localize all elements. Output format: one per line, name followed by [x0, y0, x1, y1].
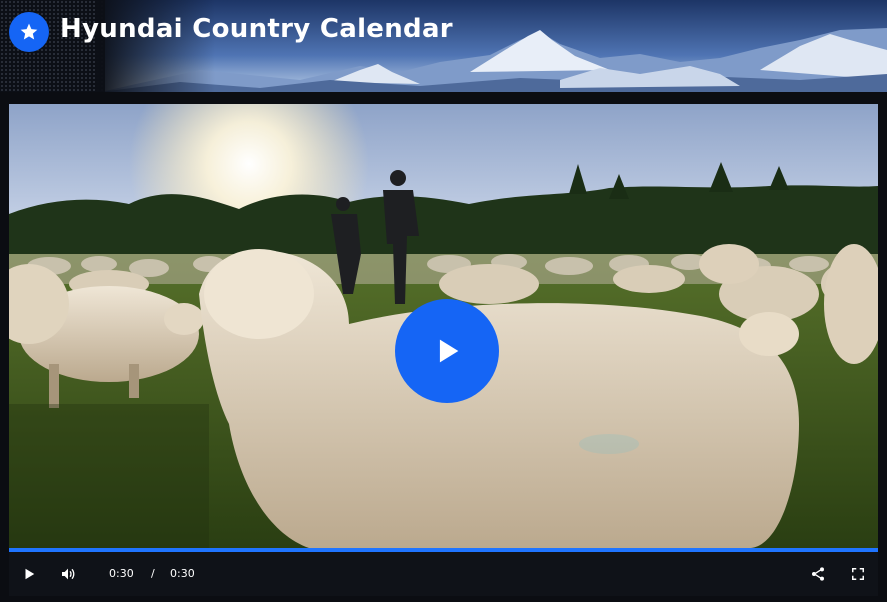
- play-icon: [439, 339, 459, 363]
- volume-button[interactable]: [56, 562, 80, 586]
- time-separator: /: [151, 567, 155, 580]
- progress-bar[interactable]: [9, 548, 878, 552]
- volume-icon: [62, 568, 75, 580]
- star-icon: [20, 23, 38, 40]
- progress-fill: [9, 548, 878, 552]
- current-time: 0:30: [109, 567, 134, 580]
- play-icon: [25, 568, 35, 580]
- duration: 0:30: [170, 567, 195, 580]
- fullscreen-button[interactable]: [846, 562, 870, 586]
- site-header: Hyundai Country Calendar: [0, 0, 887, 92]
- play-button[interactable]: [17, 562, 41, 586]
- big-play-button[interactable]: [395, 299, 499, 403]
- page-title: Hyundai Country Calendar: [60, 14, 453, 44]
- logo[interactable]: [9, 12, 49, 52]
- video-player[interactable]: 0:30 / 0:30: [9, 104, 878, 596]
- share-icon: [812, 567, 824, 581]
- share-button[interactable]: [806, 562, 830, 586]
- control-bar: 0:30 / 0:30: [9, 548, 878, 596]
- fullscreen-icon: [852, 568, 864, 580]
